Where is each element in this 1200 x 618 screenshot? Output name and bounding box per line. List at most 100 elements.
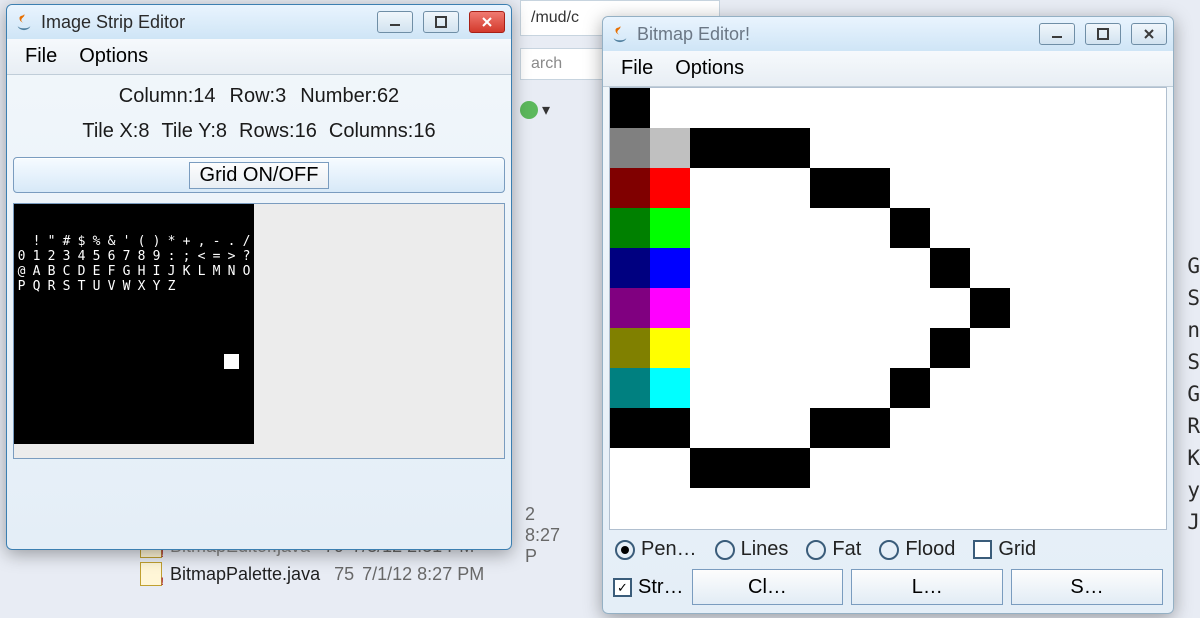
strip-cell[interactable]: 2 — [44, 249, 59, 264]
menubar[interactable]: File Options — [7, 39, 511, 75]
bitmap-pixel[interactable] — [890, 248, 930, 288]
strip-cell[interactable] — [59, 324, 74, 339]
strip-cell[interactable] — [164, 384, 179, 399]
bitmap-pixel[interactable] — [770, 408, 810, 448]
strip-cell[interactable] — [74, 309, 89, 324]
strip-cell[interactable] — [149, 429, 164, 444]
strip-cell[interactable] — [194, 414, 209, 429]
bitmap-pixel[interactable] — [730, 368, 770, 408]
bitmap-pixel[interactable] — [1050, 448, 1090, 488]
strip-cell[interactable]: Y — [149, 279, 164, 294]
save-button[interactable]: S… — [1011, 569, 1163, 605]
strip-cell[interactable] — [104, 414, 119, 429]
strip-cell[interactable] — [89, 354, 104, 369]
strip-cell[interactable] — [119, 399, 134, 414]
load-button[interactable]: L… — [851, 569, 1003, 605]
palette-row[interactable] — [610, 168, 690, 208]
strip-cell[interactable] — [74, 219, 89, 234]
strip-cell[interactable]: I — [149, 264, 164, 279]
strip-cell[interactable] — [104, 354, 119, 369]
strip-cell[interactable] — [74, 204, 89, 219]
bitmap-pixel[interactable] — [930, 248, 970, 288]
bitmap-pixel[interactable] — [970, 408, 1010, 448]
bitmap-pixel[interactable] — [1130, 408, 1170, 448]
strip-cell[interactable] — [224, 324, 239, 339]
bitmap-pixel[interactable] — [730, 208, 770, 248]
strip-cell[interactable] — [59, 354, 74, 369]
strip-cell[interactable] — [104, 369, 119, 384]
strip-cell[interactable] — [134, 294, 149, 309]
bitmap-pixel[interactable] — [810, 448, 850, 488]
strip-cell[interactable]: 1 — [29, 249, 44, 264]
strip-cell[interactable] — [149, 294, 164, 309]
bitmap-canvas[interactable] — [609, 87, 1167, 530]
strip-cell[interactable]: F — [104, 264, 119, 279]
strip-cell[interactable] — [194, 294, 209, 309]
strip-cell[interactable] — [59, 294, 74, 309]
bitmap-pixel[interactable] — [850, 408, 890, 448]
bitmap-pixel[interactable] — [1130, 248, 1170, 288]
strip-cell[interactable] — [164, 204, 179, 219]
strip-cell[interactable] — [239, 384, 254, 399]
bitmap-pixel[interactable] — [850, 248, 890, 288]
strip-cell[interactable] — [59, 204, 74, 219]
strip-cell[interactable]: ! — [29, 234, 44, 249]
strip-cell[interactable] — [119, 204, 134, 219]
strip-cell[interactable]: , — [194, 234, 209, 249]
strip-cell[interactable] — [119, 324, 134, 339]
bitmap-pixel[interactable] — [850, 208, 890, 248]
minimize-button[interactable] — [377, 11, 413, 33]
strip-cell[interactable] — [74, 324, 89, 339]
strip-cell[interactable] — [119, 309, 134, 324]
strip-cell[interactable] — [179, 414, 194, 429]
strip-cell[interactable] — [29, 204, 44, 219]
strip-cell[interactable] — [224, 219, 239, 234]
strip-cell[interactable] — [224, 369, 239, 384]
palette-swatch[interactable] — [610, 328, 650, 368]
strip-cell[interactable] — [179, 354, 194, 369]
strip-cell[interactable] — [194, 354, 209, 369]
strip-cell[interactable] — [239, 354, 254, 369]
strip-cell[interactable] — [119, 354, 134, 369]
strip-cell[interactable] — [239, 294, 254, 309]
strip-cell[interactable] — [119, 429, 134, 444]
bitmap-pixel[interactable] — [1090, 368, 1130, 408]
palette-swatch[interactable] — [650, 168, 690, 208]
strip-cell[interactable] — [89, 399, 104, 414]
bitmap-pixel[interactable] — [1090, 208, 1130, 248]
strip-cell[interactable]: Q — [29, 279, 44, 294]
strip-cell[interactable] — [44, 354, 59, 369]
bitmap-pixel[interactable] — [970, 88, 1010, 128]
close-button[interactable] — [1131, 23, 1167, 45]
bitmap-pixel[interactable] — [1050, 88, 1090, 128]
strip-cell[interactable] — [29, 414, 44, 429]
strip-cell[interactable] — [59, 369, 74, 384]
strip-cell[interactable] — [209, 339, 224, 354]
strip-cell[interactable] — [149, 399, 164, 414]
bitmap-pixel[interactable] — [730, 288, 770, 328]
strip-cell[interactable] — [29, 294, 44, 309]
bitmap-pixel[interactable] — [1130, 368, 1170, 408]
bitmap-pixel[interactable] — [770, 208, 810, 248]
bitmap-pixel[interactable] — [770, 288, 810, 328]
strip-cell[interactable] — [239, 279, 254, 294]
strip-cell[interactable] — [104, 204, 119, 219]
strip-cell[interactable]: : — [164, 249, 179, 264]
bitmap-pixel[interactable] — [690, 328, 730, 368]
strip-cell[interactable] — [29, 324, 44, 339]
strip-cell[interactable]: D — [74, 264, 89, 279]
strip-cell[interactable] — [89, 324, 104, 339]
bitmap-pixel[interactable] — [690, 128, 730, 168]
strip-cell[interactable] — [239, 324, 254, 339]
strip-cell[interactable] — [164, 294, 179, 309]
bitmap-pixel[interactable] — [1050, 208, 1090, 248]
bitmap-pixel[interactable] — [1130, 208, 1170, 248]
strip-cell[interactable] — [89, 339, 104, 354]
strip-cell[interactable] — [194, 324, 209, 339]
strip-cell[interactable] — [134, 204, 149, 219]
strip-cell[interactable] — [104, 339, 119, 354]
strip-cell[interactable] — [89, 309, 104, 324]
strip-cell[interactable] — [164, 309, 179, 324]
bitmap-pixel[interactable] — [810, 288, 850, 328]
bitmap-pixel[interactable] — [690, 368, 730, 408]
